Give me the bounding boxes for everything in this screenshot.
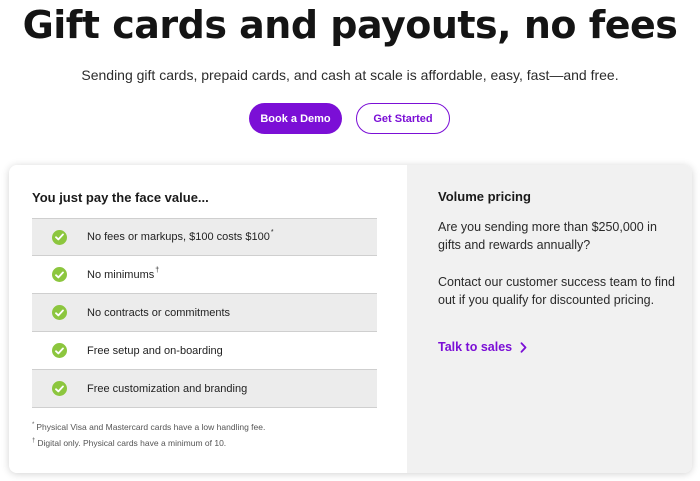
talk-to-sales-label: Talk to sales xyxy=(438,340,513,354)
check-icon xyxy=(52,229,67,245)
chevron-right-icon xyxy=(520,341,527,353)
footnote-mark: † xyxy=(32,437,36,444)
footnote: † Digital only. Physical cards have a min… xyxy=(32,434,265,450)
footnotes: * Physical Visa and Mastercard cards have… xyxy=(32,418,265,450)
feature-list: No fees or markups, $100 costs $100 * No … xyxy=(32,218,377,408)
footnote: * Physical Visa and Mastercard cards have… xyxy=(32,418,265,434)
feature-label: No minimums xyxy=(87,268,155,281)
pricing-card: You just pay the face value... No fees o… xyxy=(9,165,692,473)
feature-label: No fees or markups, $100 costs $100 xyxy=(87,231,270,243)
footnote-mark: * xyxy=(270,229,274,236)
page-subtitle: Sending gift cards, prepaid cards, and c… xyxy=(81,67,619,83)
feature-item: No fees or markups, $100 costs $100 * xyxy=(32,218,377,256)
face-value-heading: You just pay the face value... xyxy=(32,190,209,205)
footnote-text: Physical Visa and Mastercard cards have … xyxy=(36,421,266,432)
footnote-mark: † xyxy=(155,266,160,274)
get-started-button[interactable]: Get Started xyxy=(356,103,450,134)
volume-pricing-question: Are you sending more than $250,000 in gi… xyxy=(438,220,657,252)
feature-item: Free customization and branding xyxy=(32,370,377,408)
volume-pricing-title: Volume pricing xyxy=(438,189,531,204)
check-icon xyxy=(52,267,67,282)
feature-label: Free customization and branding xyxy=(87,382,248,395)
book-demo-button[interactable]: Book a Demo xyxy=(249,103,342,134)
volume-pricing-panel: Volume pricing Are you sending more than… xyxy=(407,165,692,473)
footnote-mark: * xyxy=(32,422,35,428)
feature-item: No minimums † xyxy=(32,256,377,294)
talk-to-sales-link[interactable]: Talk to sales xyxy=(438,340,527,354)
check-icon xyxy=(52,305,67,320)
page-title: Gift cards and payouts, no fees xyxy=(22,3,678,47)
check-icon xyxy=(52,381,67,396)
face-value-panel: You just pay the face value... No fees o… xyxy=(9,165,407,473)
feature-item: Free setup and on-boarding xyxy=(32,332,377,370)
volume-pricing-contact: Contact our customer success team to fin… xyxy=(438,275,675,307)
check-icon xyxy=(52,343,67,358)
feature-label: Free setup and on-boarding xyxy=(87,344,223,357)
feature-label: No contracts or commitments xyxy=(87,306,231,319)
feature-item: No contracts or commitments xyxy=(32,294,377,332)
footnote-text: Digital only. Physical cards have a mini… xyxy=(37,437,227,448)
